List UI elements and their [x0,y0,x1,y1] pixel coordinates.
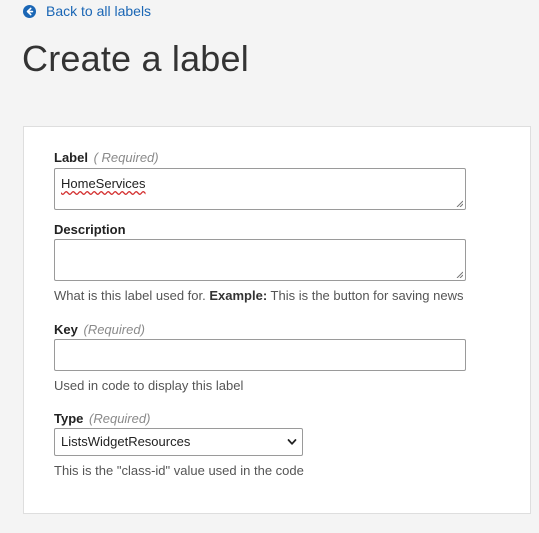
type-select-value: ListsWidgetResources [61,434,191,449]
key-help-text: Used in code to display this label [54,378,244,393]
label-textarea[interactable]: HomeServices [54,168,466,210]
description-textarea[interactable] [54,239,466,281]
create-label-form: Label ( Required) HomeServices Descripti… [23,126,531,514]
type-field-label: Type (Required) [54,411,150,426]
key-field-label: Key (Required) [54,322,145,337]
type-select[interactable]: ListsWidgetResources [54,428,303,456]
type-field-name: Type [54,411,84,426]
key-required-hint: (Required) [83,322,145,337]
chevron-down-icon [287,439,297,445]
description-help-text: What is this label used for. Example: Th… [54,288,463,303]
back-link-label: Back to all labels [46,3,152,19]
page-title: Create a label [22,38,249,79]
type-help-text: This is the "class-id" value used in the… [54,463,304,478]
description-field-name: Description [54,222,126,237]
key-field-name: Key [54,322,78,337]
arrow-circle-left-icon [23,4,36,18]
resize-grip-icon[interactable] [456,271,463,278]
label-field-name: Label [54,150,88,165]
resize-grip-icon[interactable] [456,200,463,207]
label-required-hint: ( Required) [93,150,159,165]
key-input[interactable] [54,339,466,371]
description-field-label: Description [54,222,126,237]
description-help-prefix: What is this label used for. [54,288,210,303]
back-to-labels-link[interactable]: Back to all labels [23,3,151,19]
type-required-hint: (Required) [89,411,151,426]
label-textarea-value: HomeServices [61,176,146,191]
description-help-example-text: This is the button for saving news [267,288,464,303]
label-field-label: Label ( Required) [54,150,159,165]
description-help-example-label: Example: [209,288,268,303]
